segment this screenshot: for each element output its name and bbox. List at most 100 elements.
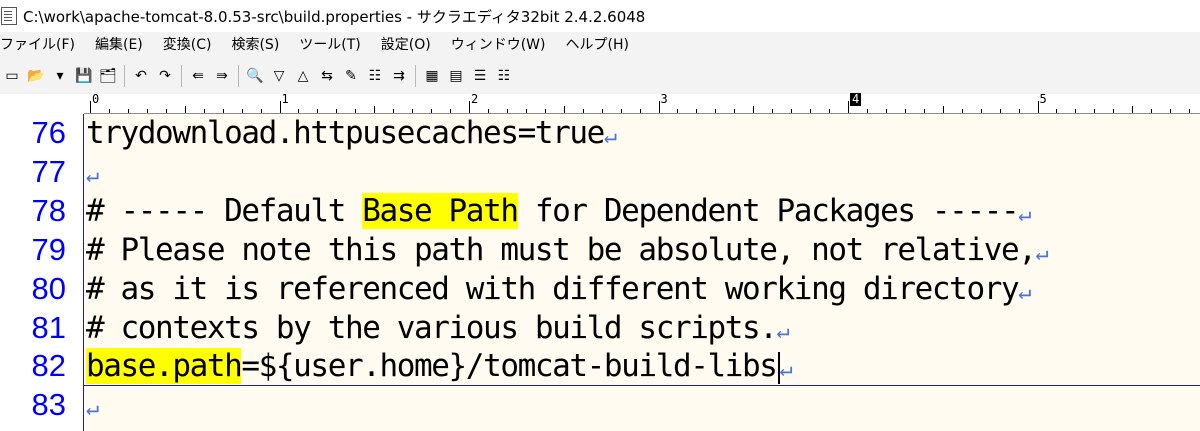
line-break-icon: ↵	[1018, 279, 1032, 305]
menu-tools[interactable]: ツール(T)	[289, 32, 370, 58]
toolbar: ▭ 📂 ▾ 💾 🗂 ↶ ↷ ⇚ ⇛ 🔍 ▽ △ ⇆ ✎ ☷ ⇉ ▦ ▤ ☰ ☷	[0, 58, 1200, 95]
search-highlight: Base Path	[362, 192, 519, 229]
menu-convert[interactable]: 変換(C)	[153, 32, 222, 58]
line-number: 83	[31, 387, 66, 423]
editor-area[interactable]: 76 trydownload.httpusecaches=true↵ 77 ↵ 78 # …	[0, 114, 1200, 431]
line-break-icon: ↵	[1018, 201, 1032, 227]
editor-line: 77 ↵	[0, 153, 1200, 191]
editor-line: 78 # ----- Default Base Path for Dependen…	[0, 192, 1200, 230]
column-ruler: 0 1 2 3 4 5	[84, 92, 1200, 114]
ruler-tick	[582, 109, 584, 113]
search-next-icon[interactable]: ▽	[269, 66, 289, 86]
ruler-tick	[222, 109, 224, 113]
ruler-tick	[620, 109, 622, 113]
menu-settings[interactable]: 設定(O)	[371, 32, 441, 58]
editor-line: 82 base.path=${user.home}/tomcat-build-li…	[0, 347, 1200, 385]
new-file-icon[interactable]: ▭	[2, 66, 22, 86]
undo-icon[interactable]: ↶	[131, 66, 151, 86]
ruler-tick	[146, 109, 148, 113]
ruler-tick	[469, 101, 470, 113]
line-text[interactable]: base.path=${user.home}/tomcat-build-libs…	[86, 347, 793, 389]
menu-edit[interactable]: 編集(E)	[85, 32, 153, 58]
title-bar: C:\work\apache-tomcat-8.0.53-src\build.p…	[0, 0, 1200, 32]
ruler-tick	[810, 109, 812, 113]
ruler-tick	[772, 109, 774, 113]
ruler-tick	[639, 109, 641, 113]
editor-line: 79 # Please note this path must be absolu…	[0, 231, 1200, 269]
line-number: 78	[31, 192, 66, 228]
line-text[interactable]: # contexts by the various build scripts.…	[86, 309, 790, 351]
line-text[interactable]: # ----- Default Base Path for Dependent …	[86, 192, 1032, 234]
line-text[interactable]: # Please note this path must be absolute…	[86, 231, 1049, 273]
ruler-tick	[1170, 109, 1172, 113]
settings-icon[interactable]: ☷	[494, 66, 514, 86]
ruler-tick	[317, 109, 319, 113]
compare-icon[interactable]: ▦	[422, 66, 442, 86]
ruler-tick	[753, 106, 755, 113]
line-text[interactable]: trydownload.httpusecaches=true↵	[86, 114, 617, 156]
ruler-tick	[298, 109, 300, 113]
redo-icon[interactable]: ↷	[155, 66, 175, 86]
line-number: 76	[31, 115, 66, 150]
editor-line: 80 # as it is referenced with different w…	[0, 270, 1200, 308]
line-text[interactable]: ↵	[86, 386, 99, 428]
ruler-tick	[165, 109, 167, 113]
ruler-tick	[1132, 106, 1134, 113]
menu-help[interactable]: ヘルプ(H)	[556, 32, 639, 58]
search-highlight: base.path	[86, 348, 243, 385]
ruler-tick	[601, 109, 603, 113]
ruler-tick	[848, 101, 849, 113]
line-text[interactable]: ↵	[86, 153, 99, 195]
grep-icon[interactable]: ☷	[365, 66, 385, 86]
ruler-tick	[393, 109, 395, 113]
ruler-tick	[506, 109, 508, 113]
ruler-tick	[942, 106, 944, 113]
editor-line: 83 ↵	[0, 386, 1200, 424]
menu-file[interactable]: ファイル(F)	[0, 32, 85, 58]
replace-icon[interactable]: ⇆	[317, 66, 337, 86]
jump-forward-icon[interactable]: ⇛	[212, 66, 232, 86]
line-number: 77	[31, 153, 66, 189]
tag-jump-icon[interactable]: ⇉	[389, 66, 409, 86]
outline-icon[interactable]: ▤	[446, 66, 466, 86]
ruler-tick	[866, 109, 868, 113]
save-icon[interactable]: 💾	[74, 66, 94, 86]
window-title: C:\work\apache-tomcat-8.0.53-src\build.p…	[23, 7, 646, 26]
ruler-tick	[734, 109, 736, 113]
ruler-tick	[885, 109, 887, 113]
jump-back-icon[interactable]: ⇚	[188, 66, 208, 86]
function-list-icon[interactable]: ☰	[470, 66, 490, 86]
dropdown-arrow-icon[interactable]: ▾	[50, 66, 70, 86]
editor-line: 76 trydownload.httpusecaches=true↵	[0, 114, 1200, 152]
menu-search[interactable]: 検索(S)	[221, 32, 289, 58]
ruler-tick	[1056, 109, 1058, 113]
search-prev-icon[interactable]: △	[293, 66, 313, 86]
line-break-icon: ↵	[86, 162, 100, 188]
search-icon[interactable]: 🔍	[245, 66, 265, 86]
ruler-tick	[999, 109, 1001, 113]
menu-window[interactable]: ウィンドウ(W)	[441, 32, 556, 58]
menu-bar: ファイル(F) 編集(E) 変換(C) 検索(S) ツール(T) 設定(O) ウ…	[0, 32, 1200, 58]
ruler-tick	[203, 109, 205, 113]
ruler-tick	[450, 109, 452, 113]
ruler-tick	[791, 109, 793, 113]
line-text[interactable]: # as it is referenced with different wor…	[86, 270, 1031, 312]
line-break-icon: ↵	[779, 357, 793, 383]
line-break-icon: ↵	[776, 318, 790, 344]
ruler-tick	[715, 109, 717, 113]
ruler-label: 5	[1039, 92, 1047, 106]
ruler-spacer	[0, 94, 84, 113]
toolbar-separator	[124, 65, 125, 87]
open-folder-icon[interactable]: 📂	[26, 66, 46, 86]
ruler-tick	[1151, 109, 1153, 113]
ruler-tick	[677, 109, 679, 113]
toolbar-separator	[181, 65, 182, 87]
line-break-icon: ↵	[603, 124, 618, 149]
line-break-icon: ↵	[1035, 240, 1049, 266]
save-all-icon[interactable]: 🗂	[98, 66, 118, 86]
ruler-tick	[127, 109, 129, 113]
ruler-tick	[412, 109, 414, 113]
ruler-tick	[1037, 101, 1039, 113]
toolbar-separator	[238, 65, 239, 87]
bookmark-icon[interactable]: ✎	[341, 66, 361, 86]
